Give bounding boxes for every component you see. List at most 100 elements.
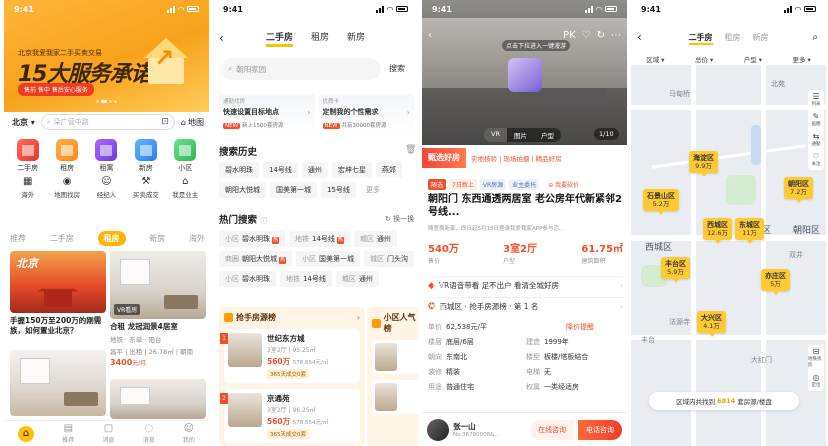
history-more[interactable]: 更多 bbox=[360, 182, 386, 198]
segment-vr[interactable]: VR bbox=[484, 128, 507, 142]
board-item[interactable] bbox=[372, 340, 418, 374]
district-bubble-yizhuang[interactable]: 亦庄区 5万 bbox=[761, 269, 790, 295]
category-new-house[interactable]: 新房 bbox=[126, 139, 165, 173]
district-bubble-dongcheng[interactable]: 东城区 11万 bbox=[735, 218, 764, 244]
filter-price[interactable]: 总价 ▾ bbox=[695, 54, 713, 64]
trash-icon[interactable]: 🗑 bbox=[405, 145, 416, 155]
board-item[interactable]: 1 世纪东方城 3室2厅 | 95.25㎡ 560万 578,654元/㎡ 36… bbox=[220, 329, 360, 383]
hot-chip[interactable]: 小区 碧水明珠 bbox=[219, 271, 276, 287]
price-alert-link[interactable]: 降价提醒 bbox=[562, 322, 594, 332]
listing-card[interactable] bbox=[110, 379, 206, 419]
district-bubble-chaoyang[interactable]: 朝阳区 7.2万 bbox=[784, 177, 813, 203]
hot-chip[interactable]: 城区 门头沟 bbox=[364, 251, 414, 267]
bargain-button[interactable]: ⊖ 我要砍价 bbox=[548, 180, 579, 189]
tab-new-house[interactable]: 新房 bbox=[149, 233, 165, 244]
hot-chip[interactable]: 商圈 朝阳大悦城热 bbox=[219, 251, 292, 267]
history-chip[interactable]: 宏坤七星 bbox=[331, 162, 372, 178]
category-secondhand[interactable]: 二手房 bbox=[8, 139, 47, 173]
map-canvas[interactable]: 马甸桥 北苑 东城区 西城区 朝阳区 双井 法源寺 丰台 大红门 旧宫 海淀区9… bbox=[631, 65, 826, 446]
tab-overseas[interactable]: 海外 bbox=[189, 233, 205, 244]
heart-icon[interactable]: ♡ bbox=[582, 30, 591, 41]
segment-floorplan[interactable]: 户型 bbox=[534, 128, 561, 142]
promo-banner[interactable]: 9:41 ◠ 北京我爱我家二手买卖交易 15大服务承诺 售前 售中 售后安心服务… bbox=[4, 0, 209, 112]
custom-promo[interactable]: 优质卡 定制我的个性需求 NEW 共有30000套房源 › bbox=[318, 94, 414, 134]
history-chip[interactable]: 朝阳大悦城 bbox=[219, 182, 266, 198]
tool-list[interactable]: ☰ 列表 bbox=[812, 93, 821, 108]
hot-chip[interactable]: 地铁 14号线 bbox=[280, 271, 332, 287]
shortcut-owner[interactable]: ⌂ 我是业主 bbox=[166, 177, 205, 200]
agent-info[interactable]: 张一山 No.36780008&... bbox=[453, 421, 500, 438]
hot-chip[interactable]: 小区 国美第一城 bbox=[296, 251, 360, 267]
board-header[interactable]: 小区人气榜 bbox=[372, 312, 418, 334]
result-count-pill[interactable]: 区域内共找到 6814 套房源/楼盘 bbox=[649, 392, 799, 410]
commute-promo[interactable]: 通勤找房 快速设置目标地点 NEW 新上1500套房源 › bbox=[219, 94, 315, 134]
district-bubble-haidian[interactable]: 海淀区 9.9万 bbox=[689, 151, 718, 177]
phone-consult-button[interactable]: 电话咨询 bbox=[578, 419, 622, 440]
tab-new-house[interactable]: 新房 bbox=[347, 30, 365, 47]
agent-avatar[interactable] bbox=[427, 418, 449, 441]
article-card[interactable]: 北京 手握150万至200万的刚需族，如何置业北京？ bbox=[10, 251, 106, 336]
board-item[interactable] bbox=[372, 380, 418, 414]
shortcut-agent[interactable]: ☺ 经纪人 bbox=[87, 177, 126, 200]
shortcut-overseas[interactable]: ▦ 海外 bbox=[8, 177, 47, 200]
listing-card[interactable]: VR看房 合租 龙冠润景4居室 地铁 · 东单 · 阳台 昌平 | 出租 | 2… bbox=[110, 251, 206, 367]
district-bubble-xicheng[interactable]: 西城区 12.6万 bbox=[703, 218, 732, 244]
segment-photos[interactable]: 图片 bbox=[507, 128, 534, 142]
tool-follow[interactable]: ♡ 关注 bbox=[812, 153, 821, 168]
tool-locate[interactable]: ◎ 定位 bbox=[812, 374, 821, 389]
nav-recommend[interactable]: ▤ 推荐 bbox=[62, 423, 74, 444]
hot-chip[interactable]: 城区 通州 bbox=[353, 231, 397, 247]
district-bubble-shijingshan[interactable]: 石景山区 5.2万 bbox=[643, 189, 679, 215]
tab-secondhand[interactable]: 二手房 bbox=[50, 233, 74, 244]
shortcut-deals[interactable]: ⚒ 买卖成交 bbox=[126, 177, 165, 200]
tab-rent[interactable]: 租房 bbox=[311, 30, 329, 47]
history-chip[interactable]: 14号线 bbox=[263, 162, 298, 178]
hero-image[interactable]: 点击下拉进入一键漫游 9:41 ◠ ‹ PK ♡ ↻ ⋯ VR 图片 户型 1/… bbox=[422, 0, 627, 145]
tool-subway[interactable]: ⊟ 地铁找房 bbox=[808, 348, 824, 369]
board-header[interactable]: 抢手房源榜 › bbox=[224, 312, 360, 323]
refresh-button[interactable]: ↻ 换一换 bbox=[385, 214, 414, 224]
tab-rent[interactable]: 租房 bbox=[97, 231, 126, 246]
hot-chip[interactable]: 小区 碧水明珠热 bbox=[219, 231, 285, 247]
compare-icon[interactable]: PK bbox=[563, 30, 576, 41]
back-icon[interactable]: ‹ bbox=[219, 31, 224, 45]
city-selector[interactable]: 北京 ▾ bbox=[12, 117, 35, 128]
hot-chip[interactable]: 地铁 14号线热 bbox=[289, 231, 350, 247]
map-button[interactable]: ⌂ 地图 bbox=[181, 117, 204, 128]
rank-row[interactable]: ✪ 西城区 · 抢手房源榜 · 第 1 名 › bbox=[428, 297, 623, 315]
search-icon[interactable]: ⌕ bbox=[812, 32, 818, 43]
history-chip[interactable]: 燕郊 bbox=[375, 162, 402, 178]
search-input[interactable]: ⌕ 朵广营中路 ⊡ bbox=[40, 114, 175, 130]
nav-message[interactable]: ▢ 消息 bbox=[102, 423, 114, 444]
history-chip[interactable]: 国美第一城 bbox=[270, 182, 317, 198]
selection-strip[interactable]: 甄选好房 实地核验 | 现场拍摄 | 精品好房 bbox=[422, 148, 627, 168]
tab-rent[interactable]: 租房 bbox=[725, 32, 741, 45]
online-consult-button[interactable]: 在线咨询 bbox=[530, 419, 574, 440]
nav-home[interactable]: ⌂ bbox=[18, 425, 35, 442]
district-bubble-fengtai[interactable]: 丰台区 5.9万 bbox=[661, 257, 690, 283]
more-icon[interactable]: ⋯ bbox=[611, 30, 621, 41]
back-icon[interactable]: ‹ bbox=[428, 30, 432, 41]
tab-new-house[interactable]: 新房 bbox=[753, 32, 769, 45]
listing-card[interactable] bbox=[10, 350, 106, 416]
search-input[interactable]: ⌕ 朝阳家园 bbox=[221, 58, 381, 80]
hot-chip[interactable]: 城区 通州 bbox=[335, 271, 379, 287]
history-chip[interactable]: 15号线 bbox=[321, 182, 356, 198]
filter-layout[interactable]: 户型 ▾ bbox=[744, 54, 762, 64]
category-apartment[interactable]: 租寓 bbox=[87, 139, 126, 173]
tool-draw[interactable]: ✎ 画圈 bbox=[812, 113, 821, 128]
board-item[interactable]: 2 京通苑 3室2厅 | 96.25㎡ 560万 578,654元/㎡ 365天… bbox=[220, 389, 360, 443]
history-chip[interactable]: 碧水明珠 bbox=[219, 162, 259, 178]
nav-profile[interactable]: ☺ 我的 bbox=[183, 423, 195, 444]
district-bubble-daxing[interactable]: 大兴区 4.1万 bbox=[697, 311, 726, 337]
nav-chat[interactable]: ◌ 消息 bbox=[143, 423, 155, 444]
scan-icon[interactable]: ⊡ bbox=[161, 117, 169, 127]
tab-secondhand[interactable]: 二手房 bbox=[265, 30, 293, 47]
tab-secondhand[interactable]: 二手房 bbox=[688, 32, 713, 45]
shortcut-map-search[interactable]: ◉ 地图找房 bbox=[47, 177, 86, 200]
search-button[interactable]: 搜索 bbox=[389, 63, 405, 74]
history-chip[interactable]: 通州 bbox=[301, 162, 328, 178]
filter-area[interactable]: 区域 ▾ bbox=[646, 54, 664, 64]
category-community[interactable]: 小区 bbox=[166, 139, 205, 173]
tab-recommend[interactable]: 推荐 bbox=[10, 233, 26, 244]
